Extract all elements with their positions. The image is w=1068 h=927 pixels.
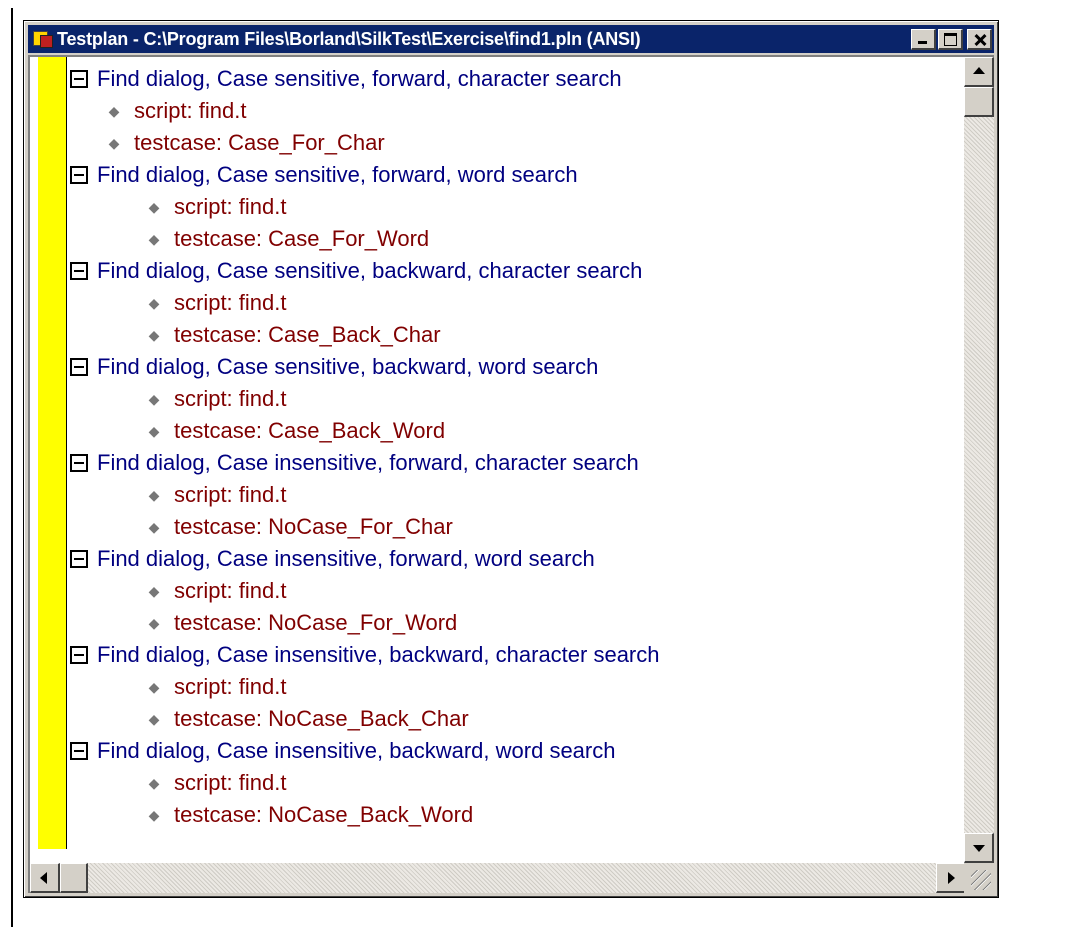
script-label: script: find.t xyxy=(174,770,287,795)
collapse-minus-icon[interactable] xyxy=(70,550,88,568)
script-label: script: find.t xyxy=(174,578,287,603)
testcase-row[interactable]: ◆ testcase: Case_For_Char xyxy=(106,127,385,159)
diamond-bullet-icon: ◆ xyxy=(108,134,120,151)
script-row[interactable]: ◆ script: find.t xyxy=(146,767,287,799)
diamond-bullet-icon: ◆ xyxy=(148,326,160,343)
editor-margin xyxy=(38,57,67,849)
left-border-line xyxy=(11,8,13,927)
collapse-minus-icon[interactable] xyxy=(70,166,88,184)
group-label: Find dialog, Case insensitive, backward,… xyxy=(97,642,660,667)
diamond-bullet-icon: ◆ xyxy=(148,198,160,215)
diamond-bullet-icon: ◆ xyxy=(148,710,160,727)
collapse-minus-icon[interactable] xyxy=(70,742,88,760)
testplan-group-row[interactable]: Find dialog, Case insensitive, backward,… xyxy=(70,735,615,767)
testplan-group-row[interactable]: Find dialog, Case sensitive, backward, c… xyxy=(70,255,642,287)
diamond-bullet-icon: ◆ xyxy=(148,230,160,247)
testplan-group-row[interactable]: Find dialog, Case insensitive, forward, … xyxy=(70,543,595,575)
testplan-group-row[interactable]: Find dialog, Case sensitive, forward, wo… xyxy=(70,159,578,191)
testcase-row[interactable]: ◆ testcase: Case_For_Word xyxy=(146,223,430,255)
testcase-row[interactable]: ◆ testcase: NoCase_Back_Char xyxy=(146,703,469,735)
down-arrow-icon xyxy=(973,845,985,852)
testplan-window: Testplan - C:\Program Files\Borland\Silk… xyxy=(23,20,999,898)
testplan-group-row[interactable]: Find dialog, Case insensitive, backward,… xyxy=(70,639,660,671)
diamond-bullet-icon: ◆ xyxy=(148,294,160,311)
vertical-scrollbar[interactable] xyxy=(964,57,994,863)
testcase-label: testcase: Case_Back_Word xyxy=(174,418,446,443)
group-label: Find dialog, Case sensitive, forward, ch… xyxy=(97,66,622,91)
diamond-bullet-icon: ◆ xyxy=(148,582,160,599)
scroll-up-button[interactable] xyxy=(964,57,994,87)
testplan-editor[interactable]: Find dialog, Case sensitive, forward, ch… xyxy=(28,55,994,893)
scroll-left-button[interactable] xyxy=(30,863,60,893)
diamond-bullet-icon: ◆ xyxy=(108,102,120,119)
testplan-group-row[interactable]: Find dialog, Case sensitive, forward, ch… xyxy=(70,63,622,95)
testcase-row[interactable]: ◆ testcase: Case_Back_Word xyxy=(146,415,445,447)
testcase-label: testcase: Case_Back_Char xyxy=(174,322,441,347)
testcase-row[interactable]: ◆ testcase: Case_Back_Char xyxy=(146,319,441,351)
diamond-bullet-icon: ◆ xyxy=(148,486,160,503)
up-arrow-icon xyxy=(973,67,985,74)
minimize-button[interactable] xyxy=(911,29,936,50)
collapse-minus-icon[interactable] xyxy=(70,646,88,664)
script-row[interactable]: ◆ script: find.t xyxy=(146,287,287,319)
testcase-row[interactable]: ◆ testcase: NoCase_Back_Word xyxy=(146,799,474,831)
testplan-group-row[interactable]: Find dialog, Case insensitive, forward, … xyxy=(70,447,639,479)
script-row[interactable]: ◆ script: find.t xyxy=(146,671,287,703)
group-label: Find dialog, Case sensitive, forward, wo… xyxy=(97,162,578,187)
testcase-label: testcase: Case_For_Char xyxy=(134,130,385,155)
resize-grip-icon[interactable] xyxy=(964,863,994,893)
script-row[interactable]: ◆ script: find.t xyxy=(146,575,287,607)
group-label: Find dialog, Case sensitive, backward, w… xyxy=(97,354,599,379)
testcase-row[interactable]: ◆ testcase: NoCase_For_Word xyxy=(146,607,458,639)
script-row[interactable]: ◆ script: find.t xyxy=(146,191,287,223)
script-label: script: find.t xyxy=(174,482,287,507)
script-label: script: find.t xyxy=(174,194,287,219)
diamond-bullet-icon: ◆ xyxy=(148,678,160,695)
collapse-minus-icon[interactable] xyxy=(70,358,88,376)
script-label: script: find.t xyxy=(174,386,287,411)
script-label: script: find.t xyxy=(174,674,287,699)
silktest-testplan-icon[interactable] xyxy=(32,29,54,49)
horizontal-scrollbar[interactable] xyxy=(30,863,966,893)
maximize-button[interactable] xyxy=(938,29,963,50)
testcase-label: testcase: Case_For_Word xyxy=(174,226,430,251)
group-label: Find dialog, Case insensitive, forward, … xyxy=(97,450,639,475)
script-row[interactable]: ◆ script: find.t xyxy=(106,95,247,127)
scroll-down-button[interactable] xyxy=(964,833,994,863)
diamond-bullet-icon: ◆ xyxy=(148,806,160,823)
diamond-bullet-icon: ◆ xyxy=(148,422,160,439)
script-label: script: find.t xyxy=(174,290,287,315)
window-title: Testplan - C:\Program Files\Borland\Silk… xyxy=(57,28,641,49)
testcase-label: testcase: NoCase_For_Word xyxy=(174,610,458,635)
testplan-group-row[interactable]: Find dialog, Case sensitive, backward, w… xyxy=(70,351,598,383)
script-row[interactable]: ◆ script: find.t xyxy=(146,383,287,415)
collapse-minus-icon[interactable] xyxy=(70,454,88,472)
collapse-minus-icon[interactable] xyxy=(70,262,88,280)
diamond-bullet-icon: ◆ xyxy=(148,390,160,407)
scroll-right-button[interactable] xyxy=(936,863,966,893)
testplan-tree: Find dialog, Case sensitive, forward, ch… xyxy=(70,57,960,849)
window-controls xyxy=(911,29,992,50)
left-arrow-icon xyxy=(40,872,47,884)
collapse-minus-icon[interactable] xyxy=(70,70,88,88)
diamond-bullet-icon: ◆ xyxy=(148,614,160,631)
script-label: script: find.t xyxy=(134,98,247,123)
testcase-label: testcase: NoCase_Back_Char xyxy=(174,706,469,731)
title-bar[interactable]: Testplan - C:\Program Files\Borland\Silk… xyxy=(28,25,994,53)
vertical-scroll-thumb[interactable] xyxy=(964,87,994,117)
group-label: Find dialog, Case insensitive, forward, … xyxy=(97,546,595,571)
testcase-row[interactable]: ◆ testcase: NoCase_For_Char xyxy=(146,511,453,543)
close-button[interactable] xyxy=(967,29,992,50)
diamond-bullet-icon: ◆ xyxy=(148,518,160,535)
testcase-label: testcase: NoCase_For_Char xyxy=(174,514,453,539)
group-label: Find dialog, Case sensitive, backward, c… xyxy=(97,258,643,283)
horizontal-scroll-thumb[interactable] xyxy=(60,863,88,893)
right-arrow-icon xyxy=(948,872,955,884)
testcase-label: testcase: NoCase_Back_Word xyxy=(174,802,474,827)
script-row[interactable]: ◆ script: find.t xyxy=(146,479,287,511)
group-label: Find dialog, Case insensitive, backward,… xyxy=(97,738,616,763)
diamond-bullet-icon: ◆ xyxy=(148,774,160,791)
